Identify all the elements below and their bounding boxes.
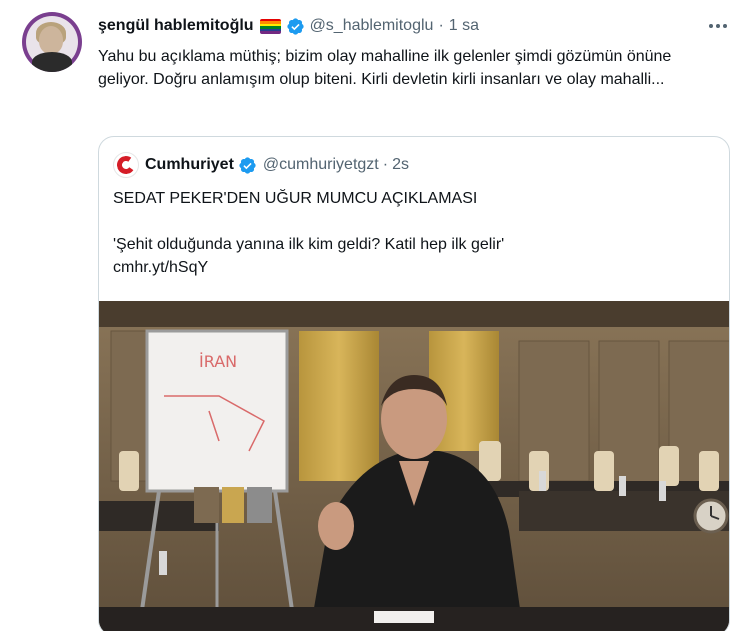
separator-dot: · [438, 17, 444, 34]
tweet-text: Yahu bu açıklama müthiş; bizim olay maha… [98, 48, 672, 88]
quoted-display-name[interactable]: Cumhuriyet [145, 156, 234, 174]
timestamp[interactable]: 1 sa [449, 17, 479, 35]
rainbow-flag-icon [259, 18, 281, 34]
quoted-tweet[interactable]: Cumhuriyet @cumhuriyetgzt · 2s SEDAT PEK… [98, 136, 730, 631]
quoted-tweet-header: Cumhuriyet @cumhuriyetgzt · 2s [113, 152, 409, 178]
display-name[interactable]: şengül hablemitoğlu [98, 17, 254, 35]
avatar-face [39, 26, 63, 54]
verified-badge-icon [286, 17, 304, 35]
quoted-media-image[interactable]: İRAN [99, 301, 729, 631]
tweet[interactable]: şengül hablemitoğlu @s_hablemitoglu · 1 … [0, 0, 733, 631]
quoted-blank-line [113, 210, 713, 233]
media-photo-illustration: İRAN [99, 301, 729, 631]
quoted-quote: 'Şehit olduğunda yanına ilk kim geldi? K… [113, 236, 505, 253]
quoted-headline: SEDAT PEKER'DEN UĞUR MUMCU AÇIKLAMASI [113, 190, 478, 207]
quoted-handle[interactable]: @cumhuriyetgzt [263, 156, 379, 174]
cumhuriyet-logo-icon[interactable] [113, 152, 139, 178]
more-options-icon[interactable] [706, 16, 730, 36]
avatar[interactable] [22, 12, 82, 72]
quoted-timestamp[interactable]: 2s [392, 156, 409, 174]
avatar-shoulders [32, 52, 72, 72]
verified-badge-icon [239, 156, 256, 174]
quoted-tweet-text: SEDAT PEKER'DEN UĞUR MUMCU AÇIKLAMASI 'Ş… [113, 187, 713, 279]
quoted-link[interactable]: cmhr.yt/hSqY [113, 256, 713, 279]
quoted-separator-dot: · [382, 156, 389, 173]
tweet-header: şengül hablemitoğlu @s_hablemitoglu · 1 … [98, 14, 479, 38]
handle[interactable]: @s_hablemitoglu [310, 17, 434, 35]
flag-stripe [259, 31, 281, 34]
whiteboard-text: İRAN [199, 352, 237, 371]
